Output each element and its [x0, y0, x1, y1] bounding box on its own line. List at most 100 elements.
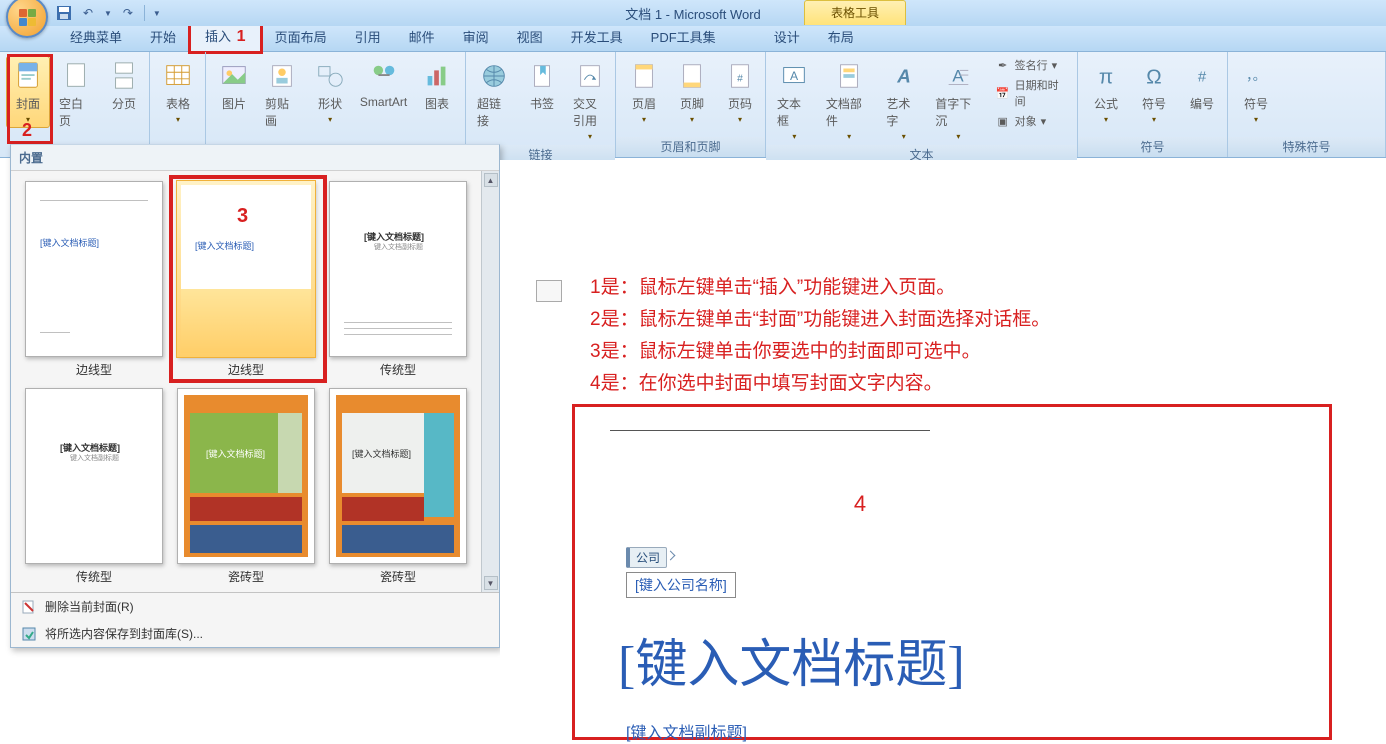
save-to-gallery-button[interactable]: 将所选内容保存到封面库(S)... [11, 620, 499, 647]
tab-pagelayout[interactable]: 页面布局 [261, 22, 341, 51]
pagenum-label: 页码 [728, 95, 752, 112]
gallery-item[interactable]: [键入文档标题] 键入文档副标题 传统型 [21, 388, 167, 589]
datetime-button[interactable]: 📅日期和时间 [991, 76, 1071, 110]
picture-label: 图片 [222, 95, 246, 112]
save-icon[interactable] [56, 5, 72, 21]
group-headerfooter-label: 页眉和页脚 [616, 137, 765, 157]
scroll-up-icon[interactable]: ▲ [484, 173, 498, 187]
quickparts-button[interactable]: 文档部件▾ [821, 56, 877, 145]
gallery-item[interactable]: [键入文档标题] 瓷砖型 [325, 388, 471, 589]
tab-home[interactable]: 开始 [136, 22, 190, 51]
footer-button[interactable]: 页脚▾ [670, 56, 714, 128]
group-symbols-label: 符号 [1078, 137, 1227, 157]
equation-icon: π [1090, 60, 1122, 92]
tab-developer[interactable]: 开发工具 [557, 22, 637, 51]
pagenum-button[interactable]: #页码▾ [718, 56, 762, 128]
qat-customize-icon[interactable]: ▼ [153, 9, 161, 18]
tab-view[interactable]: 视图 [503, 22, 557, 51]
ribbon: 封面 ▾ 空白页 分页 . 表格▾ . 图片 剪贴画 形 [0, 52, 1386, 158]
signature-button[interactable]: ✒签名行 ▾ [991, 56, 1071, 74]
special-symbol-label: 符号 [1244, 95, 1268, 112]
header-button[interactable]: 页眉▾ [622, 56, 666, 128]
crossref-button[interactable]: 交叉引用▾ [568, 56, 612, 145]
quick-access-toolbar: ↶ ▼ ↷ ▼ [56, 5, 161, 21]
save-to-gallery-label: 将所选内容保存到封面库(S)... [45, 625, 203, 642]
redo-icon[interactable]: ↷ [120, 5, 136, 21]
hyperlink-button[interactable]: 超链接 [472, 56, 516, 133]
company-name-field[interactable]: [键入公司名称] [626, 572, 736, 598]
object-button[interactable]: ▣对象 ▾ [991, 112, 1071, 130]
chart-button[interactable]: 图表 [415, 56, 459, 116]
signature-icon: ✒ [995, 57, 1011, 73]
datetime-icon: 📅 [995, 85, 1011, 101]
clipart-button[interactable]: 剪贴画 [260, 56, 304, 133]
bookmark-button[interactable]: 书签 [520, 56, 564, 116]
undo-icon[interactable]: ↶ [80, 5, 96, 21]
tab-review[interactable]: 审阅 [449, 22, 503, 51]
page-corner-marker [536, 280, 562, 302]
context-tab-tabletools: 表格工具 [804, 0, 906, 25]
special-symbol-button[interactable]: ，。符号▾ [1234, 56, 1278, 128]
tab-mail[interactable]: 邮件 [395, 22, 449, 51]
thumb-title: [键入文档标题] [40, 236, 99, 249]
symbol-label: 符号 [1142, 95, 1166, 112]
scroll-down-icon[interactable]: ▼ [484, 576, 498, 590]
svg-text:，。: ，。 [1246, 68, 1266, 83]
smartart-button[interactable]: SmartArt [356, 56, 411, 113]
content-control-tab[interactable]: 公司 [626, 547, 667, 568]
textbox-button[interactable]: A文本框▾ [772, 56, 817, 145]
undo-dropdown-icon[interactable]: ▼ [104, 9, 112, 18]
tab-reference[interactable]: 引用 [341, 22, 395, 51]
horizontal-rule [610, 430, 930, 431]
shapes-button[interactable]: 形状▾ [308, 56, 352, 128]
tab-classic[interactable]: 经典菜单 [56, 22, 136, 51]
cover-page-button[interactable]: 封面 ▾ [6, 56, 50, 128]
number-button[interactable]: # 编号 [1180, 56, 1224, 116]
footer-icon [676, 60, 708, 92]
cover-page-icon [12, 60, 44, 92]
special-symbol-icon: ，。 [1240, 60, 1272, 92]
gallery-item[interactable]: [键入文档标题] 键入文档副标题 传统型 [325, 181, 471, 382]
quickparts-icon [833, 60, 865, 92]
gallery-item[interactable]: [键入文档标题] 瓷砖型 [173, 388, 319, 589]
svg-text:Ω: Ω [1146, 66, 1161, 89]
blank-page-button[interactable]: 空白页 [54, 56, 98, 133]
annotation-box-3 [169, 175, 327, 383]
save-to-gallery-icon [21, 626, 37, 642]
instruction-line-2: 2是：鼠标左键单击“封面”功能键进入封面选择对话框。 [590, 304, 1050, 336]
shapes-icon [314, 60, 346, 92]
tab-tablelayout[interactable]: 布局 [814, 22, 868, 51]
smartart-label: SmartArt [360, 95, 407, 109]
remove-cover-button[interactable]: 删除当前封面(R) [11, 593, 499, 620]
document-subtitle-field[interactable]: [键入文档副标题] [626, 719, 1310, 743]
document-title-field[interactable]: [键入文档标题] [618, 622, 1310, 697]
tab-insert-label: 插入 [205, 29, 231, 44]
bookmark-label: 书签 [530, 95, 554, 112]
dropcap-button[interactable]: A首字下沉▾ [930, 56, 986, 145]
symbol-button[interactable]: Ω符号▾ [1132, 56, 1176, 128]
tab-design[interactable]: 设计 [760, 22, 814, 51]
header-icon [628, 60, 660, 92]
remove-cover-label: 删除当前封面(R) [45, 598, 134, 615]
gallery-item[interactable]: [键入文档标题] 边线型 [21, 181, 167, 382]
chart-label: 图表 [425, 95, 449, 112]
wordart-button[interactable]: A艺术字▾ [881, 56, 926, 145]
header-label: 页眉 [632, 95, 656, 112]
page-break-button[interactable]: 分页 [102, 56, 146, 116]
gallery-item-caption: 瓷砖型 [228, 568, 264, 585]
picture-icon [218, 60, 250, 92]
tab-pdf[interactable]: PDF工具集 [637, 22, 730, 51]
svg-text:π: π [1099, 66, 1113, 89]
gallery-scrollbar[interactable]: ▲ ▼ [481, 171, 499, 592]
svg-text:A: A [953, 67, 965, 86]
table-button[interactable]: 表格▾ [156, 56, 200, 128]
equation-button[interactable]: π公式▾ [1084, 56, 1128, 128]
wordart-label: 艺术字 [886, 95, 921, 129]
number-label: 编号 [1190, 95, 1214, 112]
table-icon [162, 60, 194, 92]
clipart-label: 剪贴画 [265, 95, 299, 129]
picture-button[interactable]: 图片 [212, 56, 256, 116]
svg-text:#: # [1198, 69, 1207, 86]
thumb-title: [键入文档标题] [352, 447, 411, 460]
svg-text:A: A [790, 69, 799, 83]
